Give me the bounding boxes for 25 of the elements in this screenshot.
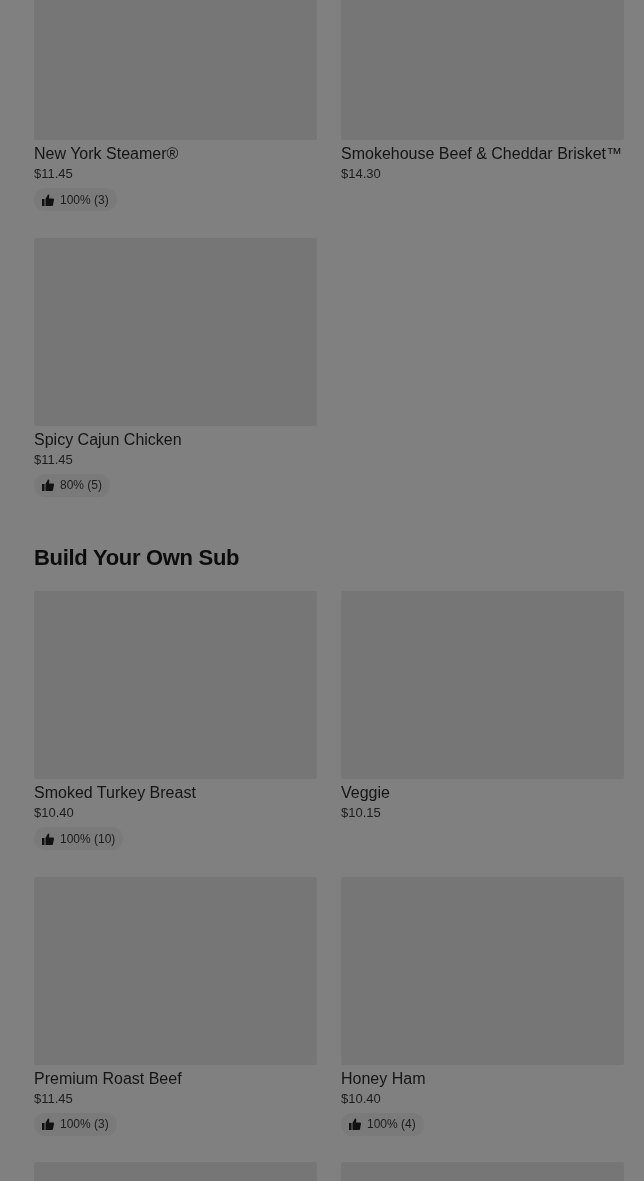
item-name: Smoked Turkey Breast (34, 783, 197, 804)
item-price: $10.40 (34, 804, 75, 823)
item-price: $11.45 (34, 450, 74, 469)
rating-badge: 80% (5) (34, 473, 111, 497)
item-name: Veggie (341, 783, 391, 804)
rating-badge: 100% (4) (341, 1112, 424, 1136)
rating-badge: 100% (3) (34, 188, 117, 211)
item-name: Premium Roast Beef (34, 1068, 183, 1089)
item-name: Honey Ham (341, 1068, 427, 1089)
thumbs-up-icon (349, 1118, 361, 1131)
rating-badge: 100% (10) (34, 827, 124, 851)
thumbs-up-icon (42, 479, 54, 491)
item-name: Smokehouse Beef & Cheddar Brisket™ (341, 144, 624, 164)
item-price: $11.45 (34, 165, 74, 183)
item-price: $10.15 (341, 804, 382, 823)
item-price: $14.30 (341, 165, 382, 183)
item-name: New York Steamer® (34, 144, 180, 164)
rating-badge: 100% (3) (34, 1112, 117, 1136)
thumbs-up-icon (42, 193, 54, 206)
section-heading: Build Your Own Sub (34, 545, 241, 572)
item-price: $10.40 (341, 1089, 382, 1108)
thumbs-up-icon (42, 1118, 54, 1131)
item-price: $11.45 (34, 1089, 74, 1108)
item-name: Spicy Cajun Chicken (34, 429, 183, 450)
thumbs-up-icon (42, 832, 54, 845)
